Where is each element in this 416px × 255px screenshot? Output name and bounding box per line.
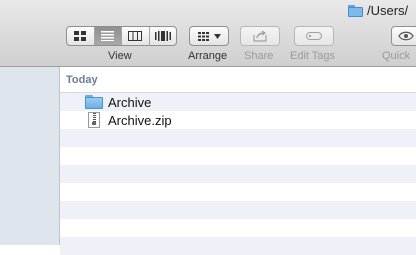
empty-row <box>60 219 416 237</box>
list-view-button[interactable] <box>94 27 122 45</box>
folder-icon <box>348 4 363 17</box>
list-item[interactable]: Archive <box>60 93 416 111</box>
arrange-icon <box>197 31 209 41</box>
view-segmented-control[interactable] <box>66 26 177 46</box>
sidebar <box>0 67 60 245</box>
grid-icon <box>74 31 87 41</box>
file-rows: Archive Archive.zip <box>60 93 416 255</box>
tag-icon <box>306 32 322 40</box>
edit-tags-label: Edit Tags <box>290 50 336 62</box>
icon-view-button[interactable] <box>67 27 95 45</box>
view-label: View <box>108 50 132 62</box>
share-button[interactable] <box>240 26 280 46</box>
empty-row <box>60 129 416 147</box>
list-item[interactable]: Archive.zip <box>60 111 416 129</box>
cover-flow-view-button[interactable] <box>150 27 177 45</box>
chevron-down-icon <box>213 33 221 39</box>
window-path: /Users/ <box>348 3 408 18</box>
empty-row <box>60 237 416 255</box>
group-header: Today <box>60 67 416 93</box>
empty-row <box>60 183 416 201</box>
file-name: Archive <box>108 94 152 110</box>
empty-row <box>60 201 416 219</box>
edit-tags-button[interactable] <box>294 26 334 46</box>
column-view-button[interactable] <box>122 27 150 45</box>
columns-icon <box>128 31 143 41</box>
arrange-label: Arrange <box>188 50 228 62</box>
empty-row <box>60 147 416 165</box>
list-icon <box>101 31 115 41</box>
eye-icon <box>398 31 414 41</box>
file-list: Today Archive Archive.zip <box>60 67 416 255</box>
empty-row <box>60 165 416 183</box>
quick-look-label: Quick <box>382 50 411 62</box>
share-icon <box>253 30 267 42</box>
zip-file-icon <box>88 112 100 128</box>
folder-icon <box>85 95 103 109</box>
file-name: Archive.zip <box>108 112 172 128</box>
toolbar: /Users/ View Arrange Share Edit Tags Qui… <box>0 0 416 67</box>
window-path-label: /Users/ <box>367 3 409 18</box>
quick-look-button[interactable] <box>391 26 416 46</box>
share-label: Share <box>244 50 274 62</box>
cover-flow-icon <box>154 31 171 41</box>
arrange-button[interactable] <box>189 26 229 46</box>
